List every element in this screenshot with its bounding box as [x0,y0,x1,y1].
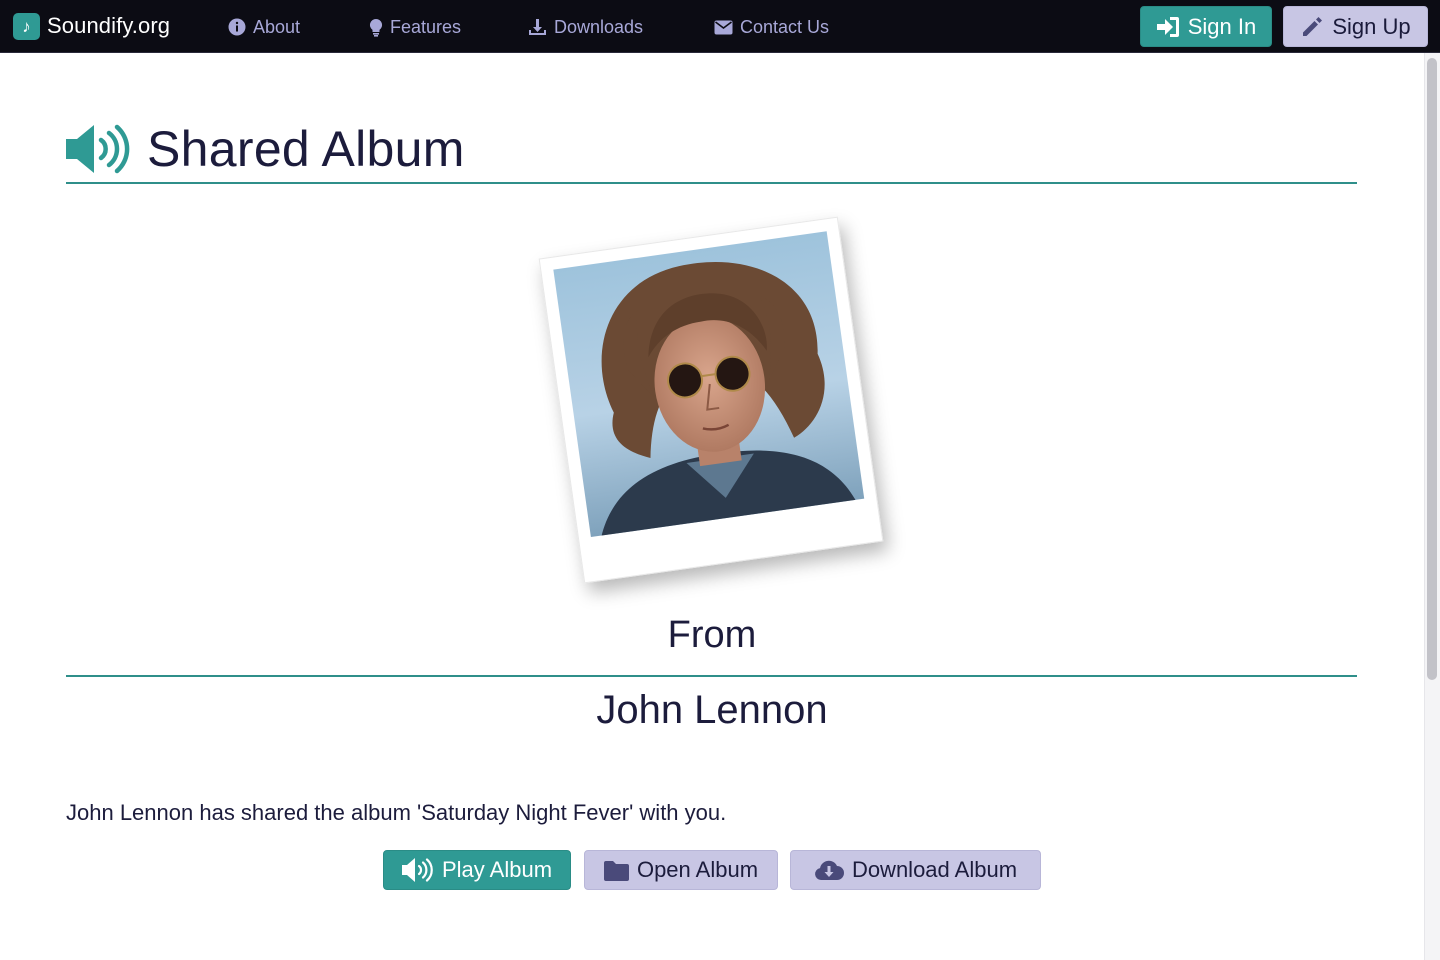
brand-logo[interactable]: ♪ Soundify.org [13,12,170,40]
music-note-icon: ♪ [13,12,40,40]
download-album-label: Download Album [851,857,1018,882]
from-divider [66,675,1357,677]
cloud-download-icon [815,860,844,880]
play-album-button[interactable]: Play Album [383,850,571,890]
nav-link-about[interactable]: About [228,15,300,39]
sign-up-button[interactable]: Sign Up [1283,6,1428,47]
top-navbar: ♪ Soundify.org About Features Downloads … [0,0,1440,53]
play-album-label: Play Album [441,857,553,882]
scrollbar-thumb[interactable] [1427,58,1437,680]
nav-link-downloads[interactable]: Downloads [528,15,643,39]
nav-link-label: Downloads [554,16,644,37]
from-label: From [667,614,757,656]
album-photo-frame [538,216,884,584]
open-album-label: Open Album [636,857,759,882]
download-icon [529,19,546,35]
open-album-button[interactable]: Open Album [584,850,778,890]
lightbulb-icon [369,18,383,37]
sender-photo [553,231,865,538]
envelope-icon [714,20,733,34]
volume-up-icon [66,124,130,174]
sign-in-button[interactable]: Sign In [1140,6,1272,47]
title-divider [66,182,1357,184]
volume-up-icon [401,858,433,882]
brand-name: Soundify.org [47,13,171,38]
sender-name: John Lennon [596,688,828,732]
sign-in-icon [1156,16,1179,37]
folder-icon [603,860,629,881]
page-title-text: Shared Album [147,121,465,177]
nav-link-label: Contact Us [740,16,830,37]
sign-in-label: Sign In [1187,13,1257,39]
nav-link-features[interactable]: Features [369,15,461,39]
nav-link-label: About [253,16,301,37]
sign-up-label: Sign Up [1332,13,1411,39]
nav-link-label: Features [390,16,462,37]
nav-link-contact[interactable]: Contact Us [714,15,829,39]
download-album-button[interactable]: Download Album [790,850,1041,890]
share-message: John Lennon has shared the album 'Saturd… [66,800,727,825]
pencil-icon [1303,16,1323,36]
page-title: Shared Album [66,118,465,180]
info-icon [228,18,246,36]
